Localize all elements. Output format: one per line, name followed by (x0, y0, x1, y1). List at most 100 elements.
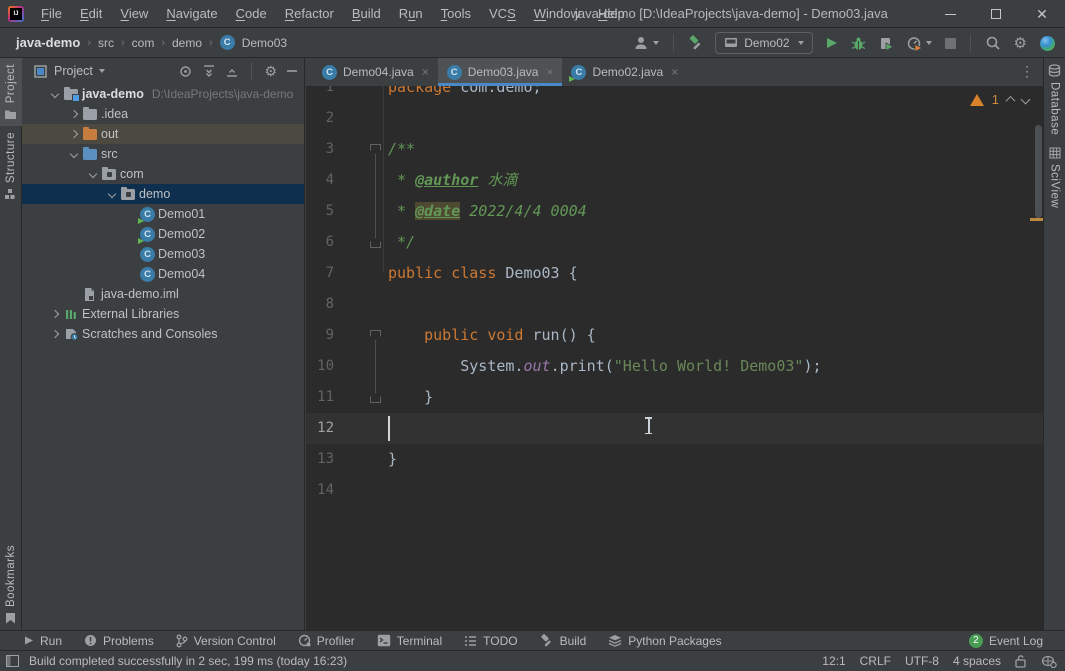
lock-open-icon[interactable] (1015, 654, 1027, 668)
user-dropdown-button[interactable] (631, 31, 661, 55)
toolwindow-toggle-icon[interactable] (6, 655, 19, 667)
toolwindow-button-build[interactable]: Build (540, 634, 586, 648)
code-line-10[interactable]: 10 System.out.print("Hello World! Demo03… (306, 351, 1043, 382)
tree-node-demo04[interactable]: C Demo04 (22, 264, 304, 284)
stripe-button-sciview[interactable]: SciView (1044, 141, 1065, 214)
code-with-me-button[interactable] (1038, 31, 1057, 55)
chevron-down-icon[interactable] (65, 149, 83, 159)
close-tab-icon[interactable]: × (671, 65, 678, 79)
project-panel-title[interactable]: Project (54, 64, 93, 78)
prev-issue-icon[interactable] (1005, 95, 1016, 106)
indent-setting[interactable]: 4 spaces (953, 654, 1001, 668)
menu-file[interactable]: File (32, 0, 71, 28)
tree-node-external-libraries[interactable]: External Libraries (22, 304, 304, 324)
menu-refactor[interactable]: Refactor (276, 0, 343, 28)
code-line-8[interactable]: 8 (306, 289, 1043, 320)
code-line-2[interactable]: 2 (306, 103, 1043, 134)
locate-file-icon[interactable] (178, 64, 193, 79)
caret-position[interactable]: 12:1 (822, 654, 845, 668)
tree-node-out[interactable]: out (22, 124, 304, 144)
menu-build[interactable]: Build (343, 0, 390, 28)
tree-node-src[interactable]: src (22, 144, 304, 164)
maximize-button[interactable] (973, 0, 1019, 28)
chevron-right-icon[interactable] (46, 329, 64, 339)
tree-node-java-demo-iml[interactable]: java-demo.iml (22, 284, 304, 304)
toolwindow-button-problems[interactable]: Problems (84, 634, 154, 648)
breadcrumb-item[interactable]: Demo03 (242, 36, 287, 50)
code-line-13[interactable]: 13} (306, 444, 1043, 475)
editor-tab-demo02-java[interactable]: C Demo02.java × (562, 58, 687, 86)
code-line-12[interactable]: 12 (306, 413, 1043, 444)
menu-vcs[interactable]: VCS (480, 0, 525, 28)
error-stripe-mark[interactable] (1030, 218, 1043, 221)
tree-node-demo03[interactable]: C Demo03 (22, 244, 304, 264)
event-log-button[interactable]: 2 Event Log (968, 633, 1043, 648)
code-line-5[interactable]: 5 * @date 2022/4/4 0004 (306, 196, 1043, 227)
code-line-6[interactable]: 6 */ (306, 227, 1043, 258)
tree-node-demo[interactable]: demo (22, 184, 304, 204)
file-encoding[interactable]: UTF-8 (905, 654, 939, 668)
debug-button[interactable] (849, 31, 868, 55)
run-with-coverage-button[interactable] (877, 31, 896, 55)
stripe-button-database[interactable]: Database (1044, 58, 1065, 141)
tree-node--idea[interactable]: .idea (22, 104, 304, 124)
tree-node-java-demo[interactable]: java-demo D:\IdeaProjects\java-demo (22, 84, 304, 104)
editor-tab-demo04-java[interactable]: C Demo04.java × (313, 58, 438, 86)
chevron-down-icon[interactable] (46, 89, 64, 99)
tree-node-com[interactable]: com (22, 164, 304, 184)
menu-tools[interactable]: Tools (432, 0, 480, 28)
close-tab-icon[interactable]: × (422, 65, 429, 79)
hide-panel-icon[interactable] (286, 65, 298, 77)
stripe-button-structure[interactable]: Structure (0, 126, 22, 206)
line-separator[interactable]: CRLF (860, 654, 891, 668)
profiler-button[interactable] (905, 31, 934, 55)
chevron-right-icon[interactable] (46, 309, 64, 319)
stripe-button-project[interactable]: Project (0, 58, 22, 127)
toolwindow-button-run[interactable]: Run (23, 634, 62, 648)
run-button[interactable] (822, 31, 840, 55)
menu-view[interactable]: View (111, 0, 157, 28)
code-line-1[interactable]: 1 package com.demo; (306, 86, 1043, 103)
menu-navigate[interactable]: Navigate (157, 0, 226, 28)
chevron-down-icon[interactable] (98, 69, 105, 73)
chevron-right-icon[interactable] (65, 129, 83, 139)
run-configuration-select[interactable]: Demo02 (715, 32, 813, 54)
stripe-button-bookmarks[interactable]: Bookmarks (0, 539, 22, 630)
status-message[interactable]: Build completed successfully in 2 sec, 1… (29, 654, 347, 668)
editor-tab-demo03-java[interactable]: C Demo03.java × (437, 58, 563, 86)
gear-icon[interactable]: ⚙ (264, 63, 277, 80)
chevron-down-icon[interactable] (84, 169, 102, 179)
expand-all-icon[interactable] (202, 64, 216, 78)
code-line-4[interactable]: 4 * @author 水滴 (306, 165, 1043, 196)
tree-node-demo02[interactable]: C Demo02 (22, 224, 304, 244)
close-tab-icon[interactable]: × (546, 65, 553, 79)
tree-node-scratches-and-consoles[interactable]: Scratches and Consoles (22, 324, 304, 344)
search-everywhere-button[interactable] (983, 31, 1003, 55)
collapse-all-icon[interactable] (225, 64, 239, 78)
code-line-9[interactable]: 9 public void run() { (306, 320, 1043, 351)
tab-options-icon[interactable]: ⋮ (1020, 63, 1034, 80)
menu-code[interactable]: Code (227, 0, 276, 28)
toolwindow-button-profiler[interactable]: Profiler (298, 634, 355, 648)
breadcrumb-item[interactable]: demo (172, 36, 202, 50)
settings-button[interactable]: ⚙ (1012, 31, 1029, 55)
build-project-button[interactable] (686, 31, 706, 55)
toolwindow-button-version-control[interactable]: Version Control (176, 634, 276, 648)
chevron-down-icon[interactable] (103, 189, 121, 199)
minimize-button[interactable] (927, 0, 973, 28)
settings-sync-icon[interactable] (1041, 655, 1057, 668)
code-line-3[interactable]: 3 /** (306, 134, 1043, 165)
editor-scrollbar[interactable] (1035, 125, 1042, 218)
toolwindow-button-terminal[interactable]: Terminal (377, 634, 442, 648)
tree-node-demo01[interactable]: C Demo01 (22, 204, 304, 224)
chevron-right-icon[interactable] (65, 109, 83, 119)
code-line-14[interactable]: 14 (306, 475, 1043, 506)
menu-run[interactable]: Run (390, 0, 432, 28)
editor-viewport[interactable]: 1 1 package com.demo; 2 3/** 4 * @author 水滴 5… (306, 86, 1043, 630)
toolwindow-button-todo[interactable]: TODO (464, 634, 518, 648)
breadcrumb-item[interactable]: com (132, 36, 155, 50)
close-button[interactable]: ✕ (1019, 0, 1065, 28)
breadcrumb-item[interactable]: src (98, 36, 114, 50)
code-line-7[interactable]: 7 public class Demo03 { (306, 258, 1043, 289)
inspection-widget[interactable]: 1 (969, 92, 1031, 107)
